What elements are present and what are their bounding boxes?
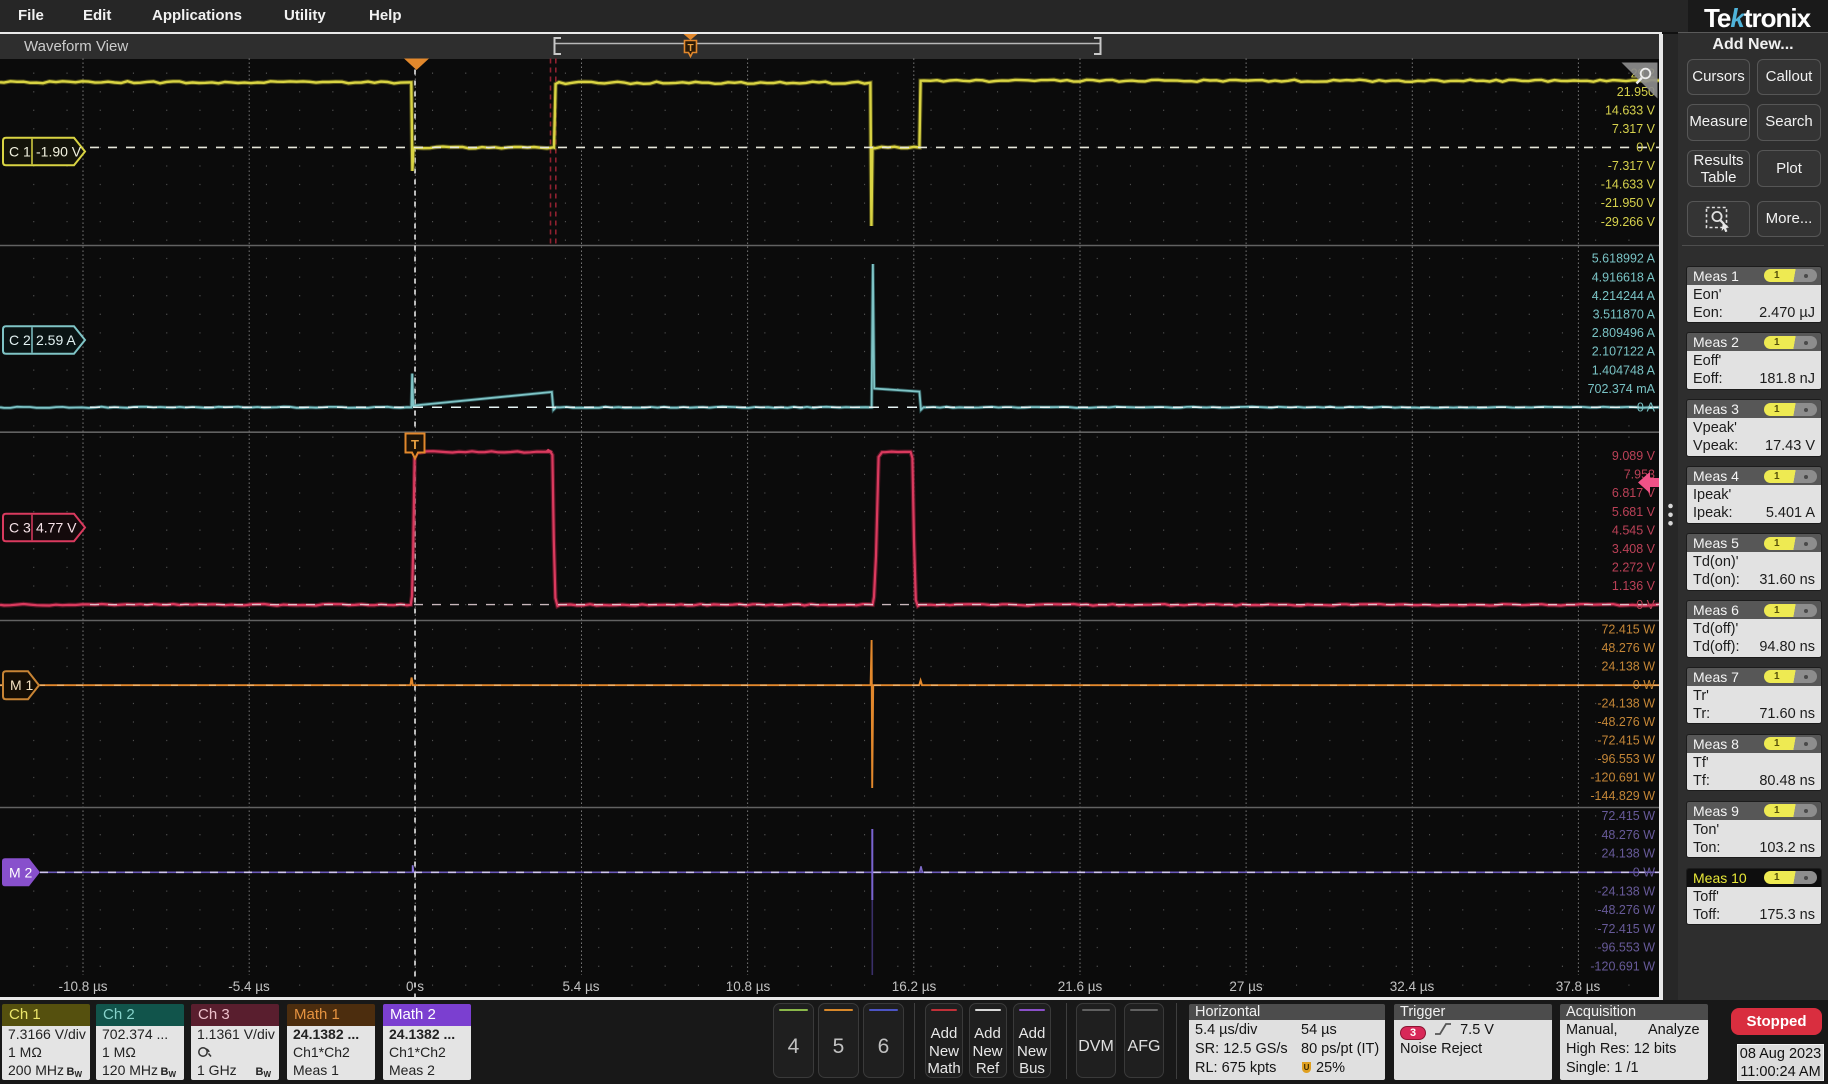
svg-text:-1.90 V: -1.90 V [36, 144, 82, 160]
svg-text:72.415 W: 72.415 W [1601, 623, 1655, 637]
svg-text:24.138 W: 24.138 W [1601, 847, 1655, 861]
svg-text:9.089 V: 9.089 V [1612, 449, 1656, 463]
svg-text:10.8 µs: 10.8 µs [726, 979, 771, 994]
svg-text:2.107122 A: 2.107122 A [1592, 345, 1656, 359]
svg-text:T: T [411, 437, 419, 452]
svg-text:5.681 V: 5.681 V [1612, 505, 1656, 519]
svg-text:4.77 V: 4.77 V [36, 520, 77, 536]
svg-text:-7.317 V: -7.317 V [1608, 159, 1656, 173]
svg-text:2.59 A: 2.59 A [36, 332, 76, 348]
svg-text:-24.138 W: -24.138 W [1597, 697, 1655, 711]
svg-text:0 s: 0 s [406, 979, 424, 994]
svg-text:-120.691 W: -120.691 W [1590, 771, 1655, 785]
svg-text:U: U [1304, 1063, 1310, 1072]
svg-text:-144.829 W: -144.829 W [1590, 789, 1655, 803]
svg-text:24.138 W: 24.138 W [1601, 660, 1655, 674]
svg-text:-72.415 W: -72.415 W [1597, 922, 1655, 936]
svg-text:-24.138 W: -24.138 W [1597, 884, 1655, 898]
svg-text:0 W: 0 W [1633, 866, 1655, 880]
svg-text:-72.415 W: -72.415 W [1597, 734, 1655, 748]
svg-text:21.6 µs: 21.6 µs [1058, 979, 1103, 994]
svg-text:C 3: C 3 [9, 520, 31, 536]
svg-text:48.276 W: 48.276 W [1601, 828, 1655, 842]
svg-text:M 1: M 1 [10, 677, 34, 693]
svg-text:1.404748 A: 1.404748 A [1592, 363, 1656, 377]
svg-text:0 V: 0 V [1636, 598, 1655, 612]
svg-text:C 1: C 1 [9, 144, 31, 160]
svg-text:3.408 V: 3.408 V [1612, 542, 1656, 556]
svg-text:-96.553 W: -96.553 W [1597, 941, 1655, 955]
svg-text:4.214244 A: 4.214244 A [1592, 289, 1656, 303]
svg-text:1.136 V: 1.136 V [1612, 579, 1656, 593]
svg-text:0 V: 0 V [1636, 141, 1655, 155]
svg-text:0 A: 0 A [1637, 401, 1656, 415]
svg-text:16.2 µs: 16.2 µs [892, 979, 937, 994]
svg-text:32.4 µs: 32.4 µs [1390, 979, 1435, 994]
svg-text:5.618992 A: 5.618992 A [1592, 252, 1656, 266]
svg-text:702.374 mA: 702.374 mA [1588, 382, 1656, 396]
svg-text:37.8 µs: 37.8 µs [1556, 979, 1601, 994]
svg-text:14.633 V: 14.633 V [1605, 104, 1656, 118]
svg-text:-120.691 W: -120.691 W [1590, 960, 1655, 974]
svg-text:7.317 V: 7.317 V [1612, 122, 1656, 136]
svg-text:-48.276 W: -48.276 W [1597, 903, 1655, 917]
svg-text:-96.553 W: -96.553 W [1597, 752, 1655, 766]
svg-text:-48.276 W: -48.276 W [1597, 715, 1655, 729]
svg-text:48.276 W: 48.276 W [1601, 641, 1655, 655]
svg-text:27 µs: 27 µs [1229, 979, 1263, 994]
svg-text:-21.950 V: -21.950 V [1601, 196, 1656, 210]
svg-text:2.272 V: 2.272 V [1612, 561, 1656, 575]
svg-text:-14.633 V: -14.633 V [1601, 178, 1656, 192]
svg-text:4.545 V: 4.545 V [1612, 523, 1656, 537]
svg-text:2.809496 A: 2.809496 A [1592, 326, 1656, 340]
svg-text:5.4 µs: 5.4 µs [562, 979, 599, 994]
svg-text:3.511870 A: 3.511870 A [1593, 308, 1656, 322]
svg-text:4.916618 A: 4.916618 A [1592, 270, 1656, 284]
svg-text:-10.8 µs: -10.8 µs [58, 979, 107, 994]
svg-text:72.415 W: 72.415 W [1601, 809, 1655, 823]
svg-text:M 2: M 2 [9, 864, 33, 880]
svg-text:-5.4 µs: -5.4 µs [228, 979, 270, 994]
svg-text:-29.266 V: -29.266 V [1601, 215, 1656, 229]
svg-text:C 2: C 2 [9, 332, 31, 348]
svg-text:0 W: 0 W [1633, 678, 1655, 692]
